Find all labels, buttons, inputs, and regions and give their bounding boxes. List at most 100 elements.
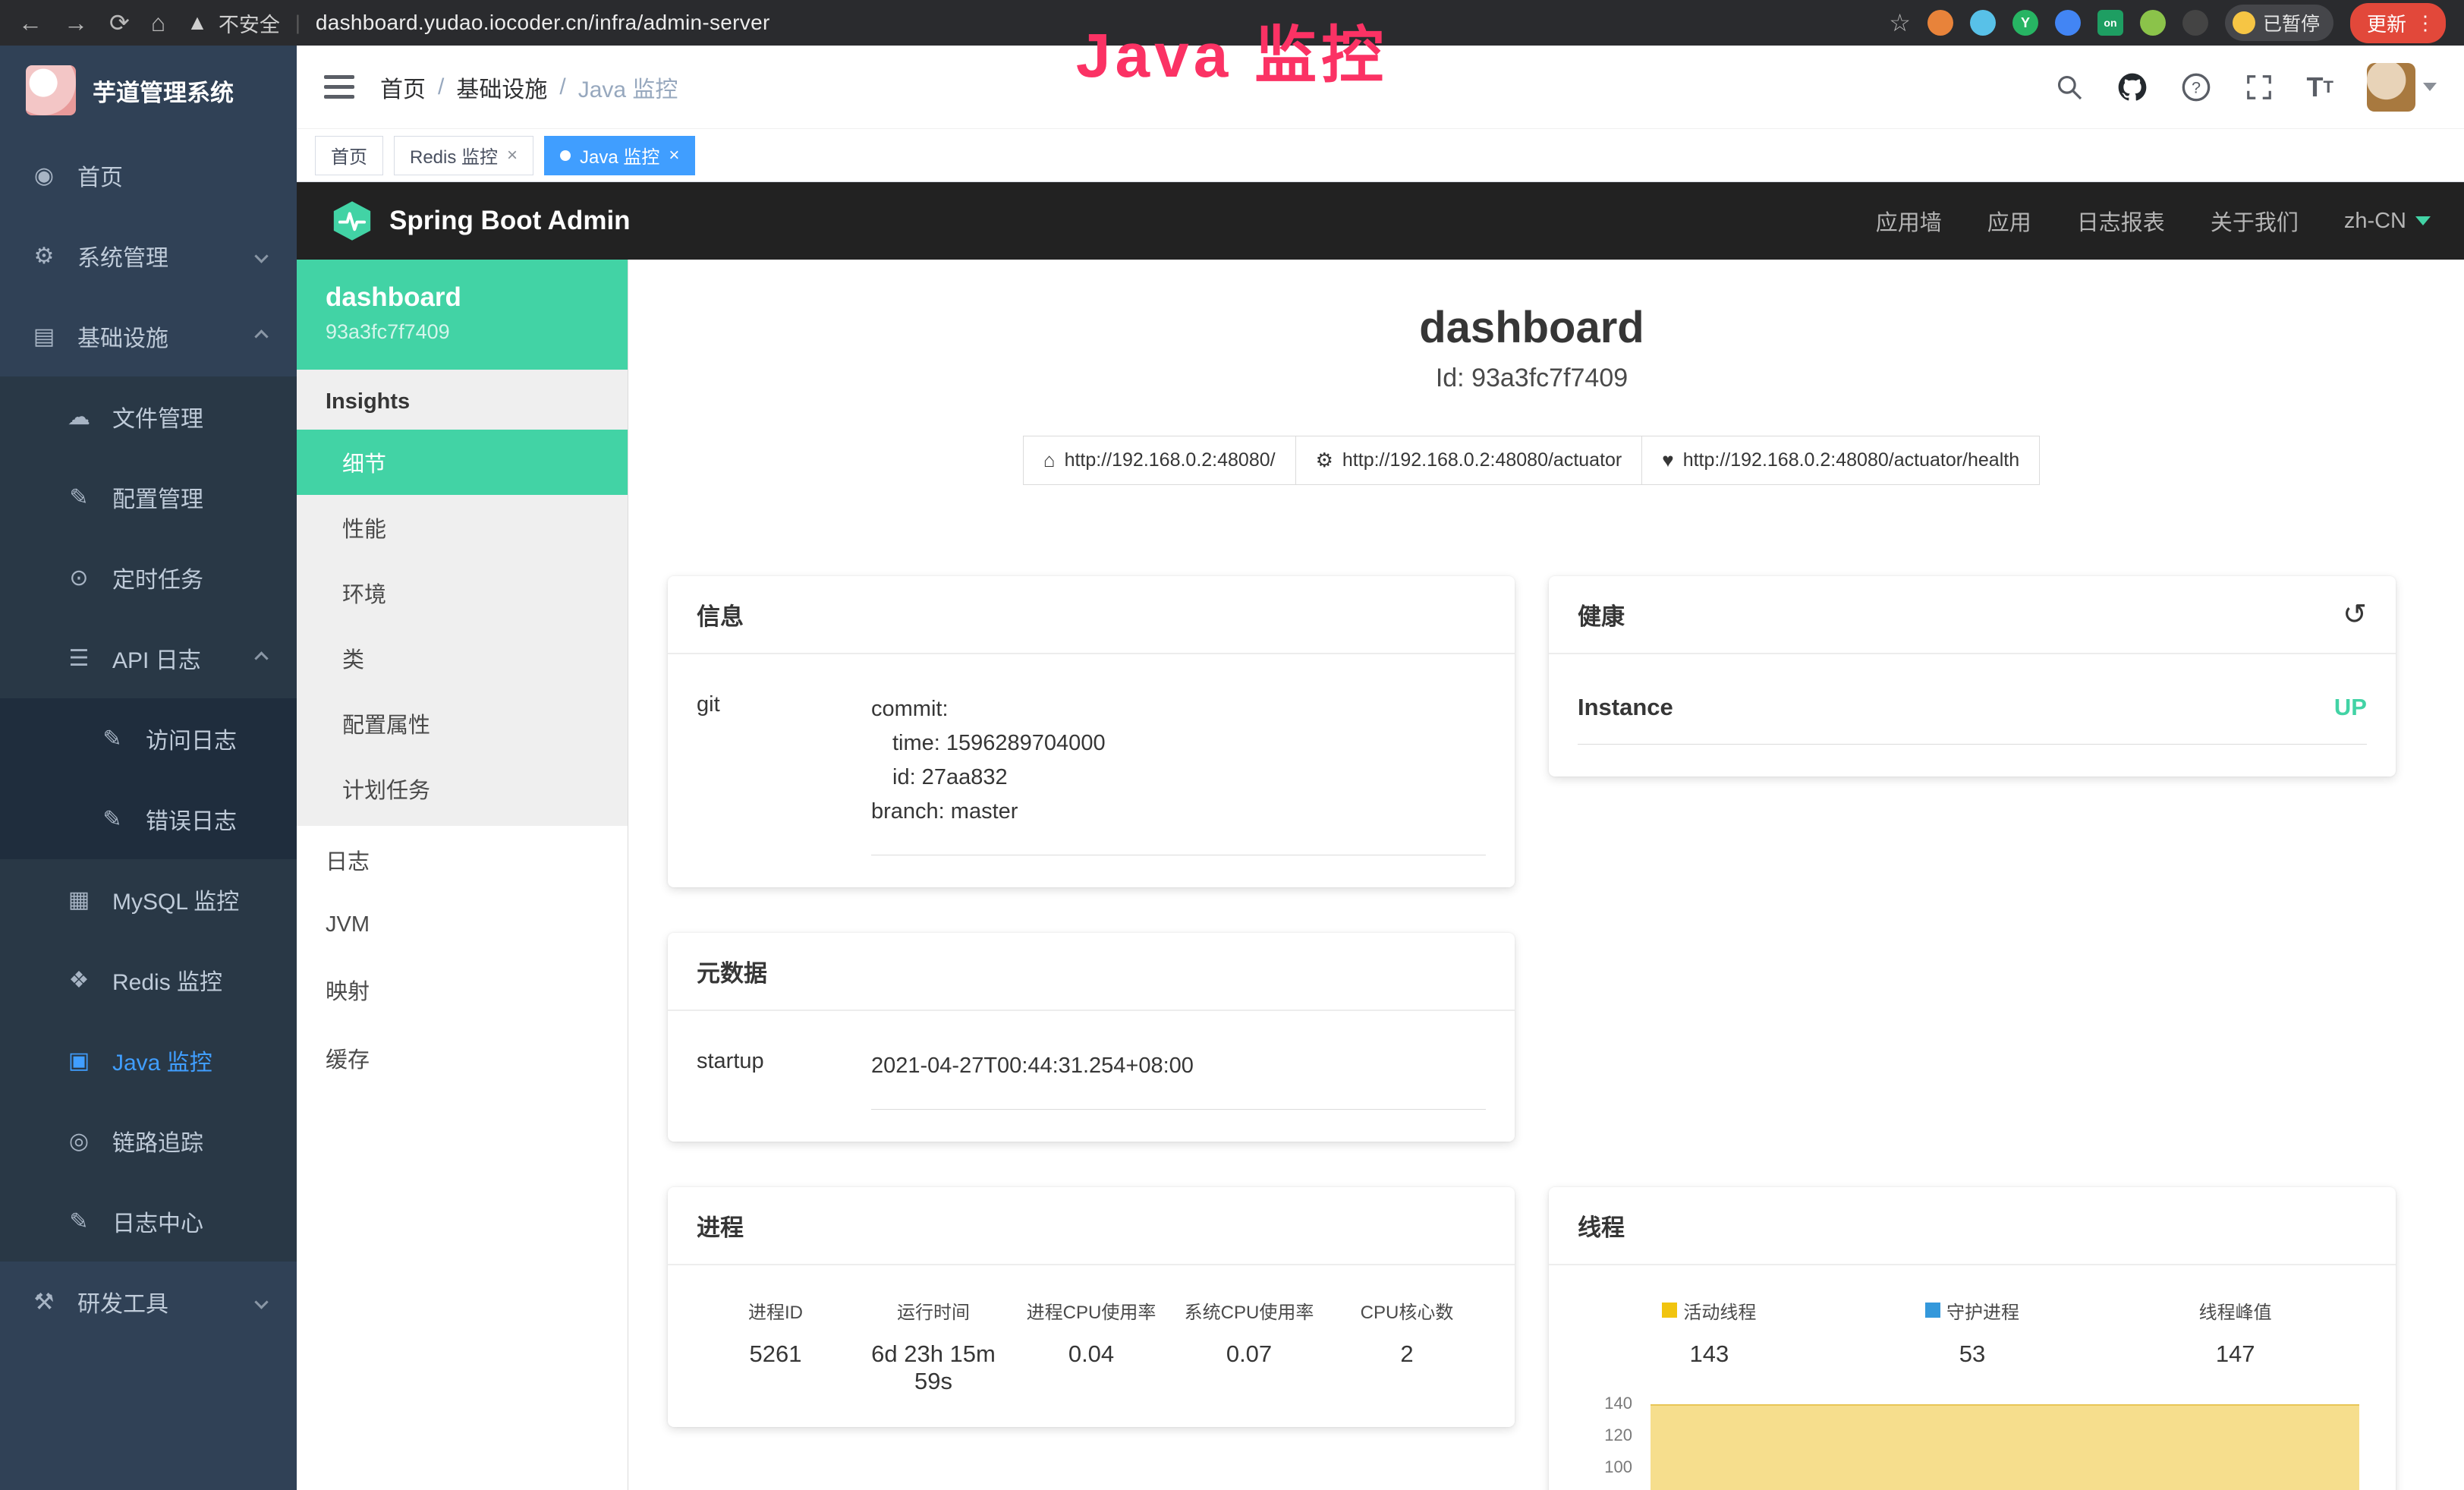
column-value: 2 [1328, 1340, 1486, 1368]
instance-links: ⌂ http://192.168.0.2:48080/ ⚙ http://192… [668, 436, 2396, 485]
git-commit-time: time: 1596289704000 [871, 726, 1486, 761]
sidebar-item-label: 配置管理 [112, 480, 203, 514]
sidebar-item-label: Redis 监控 [112, 963, 222, 997]
layers-icon: ❖ [65, 967, 93, 994]
process-cpu: 进程CPU使用率 0.04 [1012, 1297, 1170, 1395]
extension-icon[interactable] [1970, 10, 1996, 36]
sba-nav-wallboard[interactable]: 应用墙 [1876, 205, 1942, 237]
process-uptime: 运行时间 6d 23h 15m 59s [854, 1297, 1012, 1395]
legend-label: 线程峰值 [2199, 1297, 2272, 1324]
sidebar-item-redis-monitor[interactable]: ❖ Redis 监控 [0, 940, 297, 1020]
hamburger-icon[interactable] [324, 75, 354, 99]
sidebar-item-system[interactable]: ⚙ 系统管理 [0, 216, 297, 296]
extension-icon[interactable]: Y [2012, 10, 2038, 36]
back-icon[interactable]: ← [18, 9, 42, 37]
sba-brand[interactable]: Spring Boot Admin [330, 199, 631, 243]
sidebar-item-tracing[interactable]: ◎ 链路追踪 [0, 1101, 297, 1181]
update-button[interactable]: 更新 ⋮ [2350, 3, 2446, 43]
extension-icon[interactable] [2140, 10, 2166, 36]
chevron-up-icon [254, 651, 268, 665]
process-card: 进程 进程ID 5261 运行时间 6d 23h 15m 59 [668, 1187, 1515, 1427]
actuator-url-link[interactable]: ⚙ http://192.168.0.2:48080/actuator [1295, 436, 1643, 485]
link-label: http://192.168.0.2:48080/actuator [1342, 449, 1622, 471]
app-logo[interactable]: 芋道管理系统 [0, 46, 297, 135]
avatar-icon [2233, 11, 2255, 34]
history-icon[interactable]: ↺ [2343, 597, 2367, 632]
info-card-title: 信息 [668, 576, 1515, 654]
toolbox-icon: ⚒ [30, 1289, 58, 1315]
sidebar-item-error-log[interactable]: ✎ 错误日志 [0, 779, 297, 859]
instance-id: 93a3fc7f7409 [326, 320, 599, 344]
chevron-up-icon [254, 329, 268, 343]
health-url-link[interactable]: ♥ http://192.168.0.2:48080/actuator/heal… [1641, 436, 2040, 485]
breadcrumb-infra[interactable]: 基础设施 [456, 71, 547, 104]
forward-icon[interactable]: → [64, 9, 88, 37]
paused-badge[interactable]: 已暂停 [2225, 5, 2333, 41]
close-icon[interactable]: × [669, 145, 679, 166]
tab-java-monitor[interactable]: Java 监控 × [544, 136, 695, 175]
column-header: CPU核心数 [1328, 1297, 1486, 1324]
insight-item-config-props[interactable]: 配置属性 [297, 691, 628, 756]
metadata-card-title: 元数据 [668, 933, 1515, 1011]
extension-icon[interactable] [2182, 10, 2208, 36]
sidebar-item-mappings[interactable]: 映射 [297, 956, 628, 1024]
sidebar-item-label: API 日志 [112, 641, 201, 675]
instance-header[interactable]: dashboard 93a3fc7f7409 [297, 260, 628, 370]
y-tick-140: 140 [1578, 1394, 1632, 1413]
reload-icon[interactable]: ⟳ [109, 8, 130, 37]
extension-icon[interactable] [1927, 10, 1953, 36]
insight-item-scheduled-tasks[interactable]: 计划任务 [297, 756, 628, 821]
user-menu[interactable] [2367, 63, 2437, 112]
git-commit-id: id: 27aa832 [871, 761, 1486, 795]
instance-name: dashboard [326, 282, 599, 313]
extension-icon[interactable]: on [2097, 10, 2123, 36]
sba-nav-about[interactable]: 关于我们 [2211, 205, 2299, 237]
url-text[interactable]: dashboard.yudao.iocoder.cn/infra/admin-s… [316, 11, 770, 35]
sba-language-select[interactable]: zh-CN [2344, 209, 2431, 234]
insight-item-details[interactable]: 细节 [297, 430, 628, 495]
font-size-icon[interactable]: TT [2307, 71, 2333, 103]
bookmark-star-icon[interactable]: ☆ [1889, 8, 1911, 37]
breadcrumb-separator: / [559, 74, 565, 100]
sidebar-item-infra[interactable]: ▤ 基础设施 [0, 296, 297, 376]
breadcrumb-current: Java 监控 [578, 71, 678, 104]
folder-icon: ☁ [65, 404, 93, 430]
search-icon[interactable] [2055, 73, 2084, 102]
breadcrumb-home[interactable]: 首页 [380, 71, 426, 104]
sidebar-item-log-center[interactable]: ✎ 日志中心 [0, 1181, 297, 1262]
sidebar-item-java-monitor[interactable]: ▣ Java 监控 [0, 1020, 297, 1101]
sidebar-item-scheduled-job[interactable]: ⊙ 定时任务 [0, 537, 297, 618]
sidebar-item-config-manage[interactable]: ✎ 配置管理 [0, 457, 297, 537]
sidebar-item-label: 错误日志 [146, 802, 237, 836]
extension-icon[interactable] [2055, 10, 2081, 36]
insight-item-metrics[interactable]: 性能 [297, 495, 628, 560]
site-security[interactable]: ▲ 不安全 | dashboard.yudao.iocoder.cn/infra… [187, 8, 769, 38]
insights-label: Insights [297, 370, 628, 430]
home-icon[interactable]: ⌂ [151, 9, 165, 37]
kebab-menu-icon[interactable]: ⋮ [2415, 11, 2435, 35]
paused-label: 已暂停 [2263, 9, 2320, 36]
sidebar-item-devtools[interactable]: ⚒ 研发工具 [0, 1262, 297, 1342]
close-icon[interactable]: × [507, 145, 518, 166]
sidebar-item-access-log[interactable]: ✎ 访问日志 [0, 698, 297, 779]
sidebar-item-caches[interactable]: 缓存 [297, 1024, 628, 1092]
health-row-instance[interactable]: Instance UP [1578, 666, 2367, 745]
sidebar-item-logs[interactable]: 日志 [297, 826, 628, 894]
sba-nav-journal[interactable]: 日志报表 [2077, 205, 2165, 237]
github-icon[interactable] [2117, 72, 2148, 102]
sidebar-item-api-log[interactable]: ☰ API 日志 [0, 618, 297, 698]
insight-item-environment[interactable]: 环境 [297, 560, 628, 625]
sba-nav-applications[interactable]: 应用 [1987, 205, 2031, 237]
service-url-link[interactable]: ⌂ http://192.168.0.2:48080/ [1023, 436, 1296, 485]
tab-home[interactable]: 首页 [315, 136, 383, 175]
tab-redis-monitor[interactable]: Redis 监控 × [394, 136, 533, 175]
sidebar-item-mysql-monitor[interactable]: ▦ MySQL 监控 [0, 859, 297, 940]
help-icon[interactable]: ? [2181, 72, 2211, 102]
column-header: 运行时间 [854, 1297, 1012, 1324]
insight-item-classes[interactable]: 类 [297, 625, 628, 691]
sidebar-item-home[interactable]: ◉ 首页 [0, 135, 297, 216]
sidebar-item-file-manage[interactable]: ☁ 文件管理 [0, 376, 297, 457]
fullscreen-icon[interactable] [2245, 73, 2274, 102]
sidebar-item-jvm[interactable]: JVM [297, 894, 628, 956]
divider: | [295, 11, 301, 35]
